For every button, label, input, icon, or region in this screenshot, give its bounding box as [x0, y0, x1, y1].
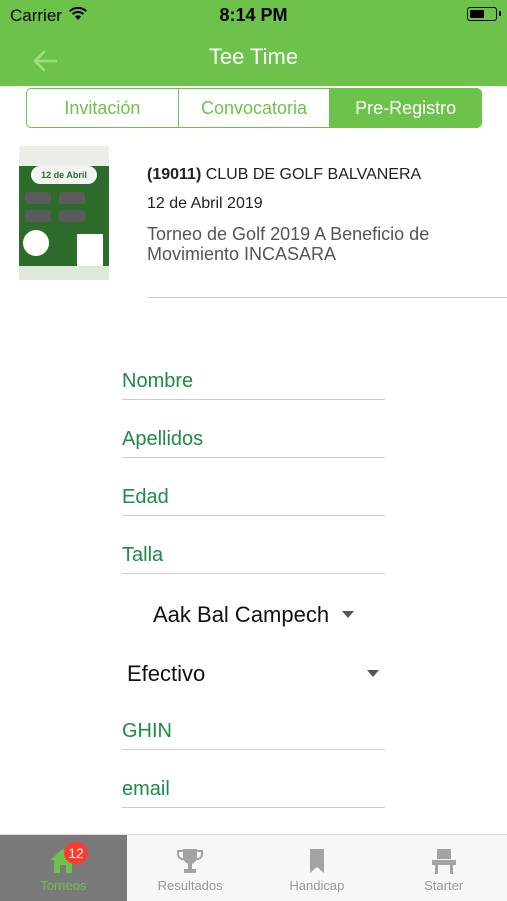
- ghin-input[interactable]: [122, 714, 385, 748]
- tab-pre-registro[interactable]: Pre-Registro: [329, 89, 481, 127]
- event-club: CLUB DE GOLF BALVANERA: [205, 166, 422, 183]
- nombre-field: [122, 364, 385, 400]
- notification-badge: 12: [64, 842, 88, 864]
- chevron-down-icon: [342, 611, 354, 618]
- edad-input[interactable]: [122, 480, 385, 514]
- tab-label: Torneos: [40, 878, 87, 893]
- clock: 8:14 PM: [219, 5, 288, 25]
- chair-icon: [429, 847, 459, 875]
- tab-invitacion[interactable]: Invitación: [27, 89, 178, 127]
- battery-icon: [467, 7, 501, 21]
- email-input[interactable]: [122, 772, 385, 806]
- talla-input[interactable]: [122, 538, 385, 572]
- poster-banner: 12 de Abril: [31, 166, 97, 184]
- chevron-down-icon: [367, 670, 379, 677]
- event-description: Torneo de Golf 2019 A Beneficio de Movim…: [147, 224, 430, 264]
- tab-label: Resultados: [157, 878, 223, 893]
- event-title: (19011) CLUB DE GOLF BALVANERA: [147, 166, 421, 184]
- segmented-control: Invitación Convocatoria Pre-Registro: [26, 88, 482, 128]
- email-field: [122, 772, 385, 808]
- page-title: Tee Time: [208, 44, 299, 69]
- event-date: 12 de Abril 2019: [147, 195, 263, 212]
- tab-label: Handicap: [289, 878, 345, 893]
- apellidos-input[interactable]: [122, 422, 385, 456]
- bookmark-icon: [302, 847, 332, 875]
- tab-label: Starter: [424, 878, 464, 893]
- tab-convocatoria[interactable]: Convocatoria: [177, 89, 330, 127]
- apellidos-field: [122, 422, 385, 458]
- event-poster-image: 12 de Abril: [19, 146, 109, 280]
- payment-select-value: Efectivo: [127, 661, 206, 686]
- payment-select[interactable]: Efectivo: [127, 657, 385, 691]
- nombre-input[interactable]: [122, 364, 385, 398]
- tab-bar: Torneos 12 Resultados Handicap Starter: [0, 834, 507, 901]
- tab-resultados[interactable]: Resultados: [127, 835, 254, 901]
- edad-field: [122, 480, 385, 516]
- talla-field: [122, 538, 385, 574]
- divider: [147, 297, 507, 298]
- ghin-field: [122, 714, 385, 750]
- tab-starter[interactable]: Starter: [380, 835, 507, 901]
- tab-handicap[interactable]: Handicap: [254, 835, 381, 901]
- status-bar: Carrier 8:14 PM: [0, 0, 507, 30]
- club-select-value: Aak Bal Campeche: [153, 602, 328, 627]
- event-code: (19011): [147, 166, 202, 183]
- club-select[interactable]: Aak Bal Campeche: [153, 598, 363, 632]
- nav-bar: Tee Time: [0, 30, 507, 86]
- trophy-icon: [175, 847, 205, 875]
- tab-torneos[interactable]: Torneos 12: [0, 835, 127, 901]
